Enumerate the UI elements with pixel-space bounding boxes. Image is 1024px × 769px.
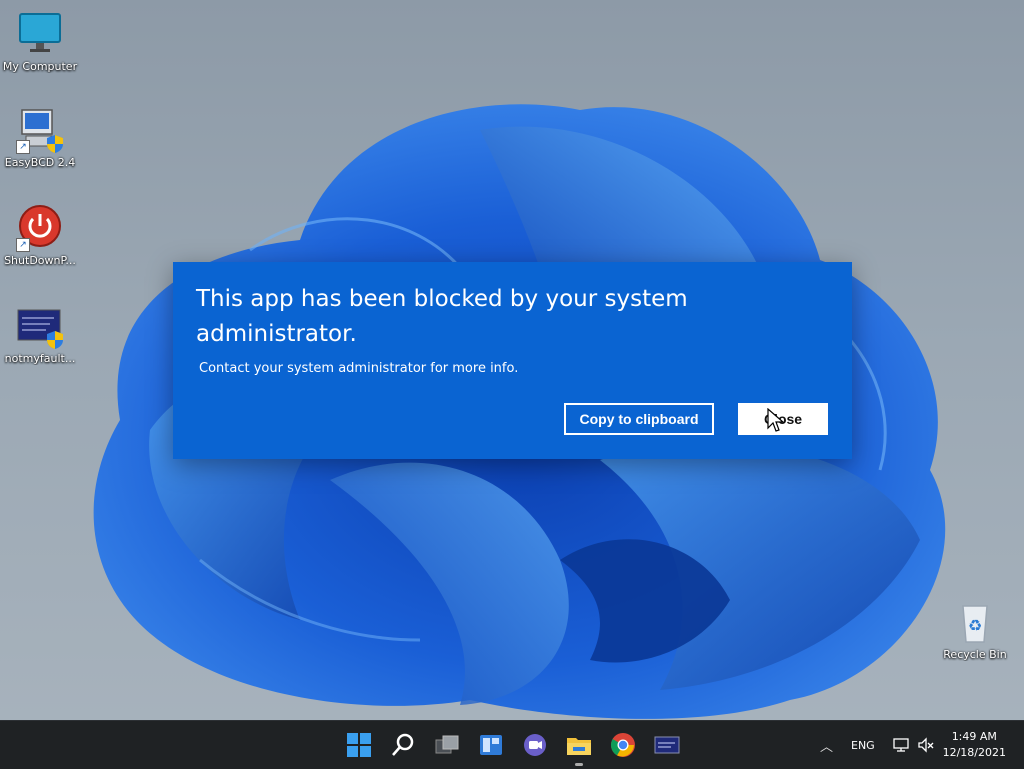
- monitor-icon: [16, 10, 64, 58]
- shield-icon: [47, 135, 63, 153]
- task-view-icon[interactable]: [433, 731, 461, 759]
- desktop[interactable]: My Computer ↗ EasyBCD 2.4 ↗ ShutDownP...…: [0, 0, 1024, 720]
- blocked-app-dialog: This app has been blocked by your system…: [173, 262, 852, 459]
- notmyfault-icon: [16, 302, 64, 350]
- teams-chat-icon[interactable]: [521, 731, 549, 759]
- chevron-up-icon[interactable]: ︿: [820, 736, 833, 755]
- desktop-icon-label: notmyfault...: [4, 352, 76, 365]
- desktop-icon-label: My Computer: [2, 60, 78, 73]
- widgets-icon[interactable]: [477, 731, 505, 759]
- desktop-icon-notmyfault[interactable]: notmyfault...: [0, 302, 80, 365]
- dialog-title: This app has been blocked by your system…: [196, 286, 688, 347]
- taskbar: ︿ ENG 1:49 AM 12/18/2021: [0, 720, 1024, 769]
- shortcut-arrow-icon: ↗: [16, 140, 30, 154]
- recycle-bin-icon: ♻: [951, 598, 999, 646]
- copy-to-clipboard-button[interactable]: Copy to clipboard: [564, 403, 714, 435]
- close-button[interactable]: Close: [738, 403, 828, 435]
- app-window-icon[interactable]: [653, 731, 681, 759]
- desktop-icon-label: ShutDownP...: [4, 254, 76, 267]
- start-icon[interactable]: [345, 731, 373, 759]
- desktop-icon-label: EasyBCD 2.4: [4, 156, 76, 169]
- clock-date: 12/18/2021: [942, 746, 1006, 759]
- shield-icon: [47, 331, 63, 349]
- desktop-icon-easybcd[interactable]: ↗ EasyBCD 2.4: [0, 106, 80, 169]
- network-icon[interactable]: [892, 736, 910, 754]
- clock-time: 1:49 AM: [951, 730, 997, 743]
- desktop-icon-my-computer[interactable]: My Computer: [0, 10, 80, 73]
- desktop-icon-shutdown[interactable]: ↗ ShutDownP...: [0, 204, 80, 267]
- desktop-icon-recycle-bin[interactable]: ♻ Recycle Bin: [935, 598, 1015, 661]
- file-explorer-icon[interactable]: [565, 731, 593, 759]
- svg-text:♻: ♻: [968, 616, 982, 635]
- clock[interactable]: 1:49 AM 12/18/2021: [943, 729, 1006, 761]
- easybcd-icon: ↗: [16, 106, 64, 154]
- search-icon[interactable]: [389, 731, 417, 759]
- active-app-indicator: [575, 763, 583, 766]
- volume-muted-icon[interactable]: [917, 736, 935, 754]
- language-indicator[interactable]: ENG: [851, 739, 875, 752]
- desktop-icon-label: Recycle Bin: [943, 648, 1007, 661]
- dialog-message: Contact your system administrator for mo…: [199, 361, 519, 376]
- power-icon: ↗: [16, 204, 64, 252]
- chrome-icon[interactable]: [609, 731, 637, 759]
- shortcut-arrow-icon: ↗: [16, 238, 30, 252]
